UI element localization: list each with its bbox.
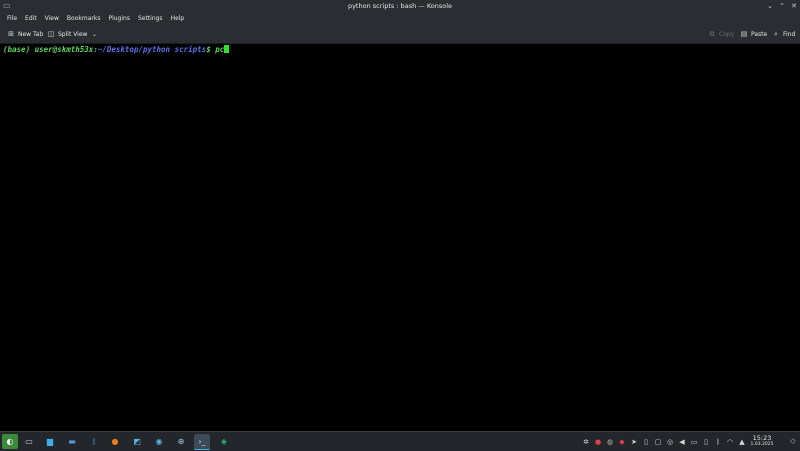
title-bar: ▭ python scripts : bash — Konsole ⌄ ⌃ ✕ xyxy=(0,0,800,12)
clock[interactable]: 15:23 1.03.2025 xyxy=(746,434,778,448)
record-icon[interactable]: ● xyxy=(594,437,602,447)
menu-bookmarks[interactable]: Bookmarks xyxy=(63,12,105,25)
obs-icon[interactable]: ◍ xyxy=(606,437,614,447)
app-launcher-icon[interactable]: ◐ xyxy=(2,434,18,449)
close-icon[interactable]: ✕ xyxy=(790,2,798,10)
conda-env: (base) xyxy=(3,45,31,54)
clock-date: 1.03.2025 xyxy=(750,442,774,447)
globe-app-icon[interactable]: ⊕ xyxy=(173,434,189,449)
network-app-icon[interactable]: ◉ xyxy=(151,434,167,449)
prompt-symbol: $ xyxy=(206,45,211,54)
dolphin-file-manager-icon[interactable]: ▆ xyxy=(42,434,58,449)
current-path: ~/Desktop/python scripts xyxy=(97,45,207,54)
menu-plugins[interactable]: Plugins xyxy=(104,12,134,25)
show-desktop-icon[interactable]: ◇ xyxy=(788,435,798,447)
clipboard-icon[interactable]: ▢ xyxy=(654,437,662,447)
paste-label: Paste xyxy=(751,30,768,38)
konsole-icon[interactable]: ›_ xyxy=(194,434,210,450)
split-view-label: Split View xyxy=(58,30,88,38)
paste-button[interactable]: ▤ Paste xyxy=(740,28,768,40)
expand-tray-icon[interactable]: ▲ xyxy=(738,437,746,447)
updates-icon[interactable]: ◎ xyxy=(666,437,674,447)
search-icon: ⌕ xyxy=(774,29,778,38)
paste-icon: ▤ xyxy=(740,30,748,38)
menu-file[interactable]: File xyxy=(3,12,21,25)
wifi-icon[interactable]: ◠ xyxy=(726,437,734,447)
telegram-icon[interactable]: ➤ xyxy=(630,437,638,447)
window-icon[interactable]: ▬ xyxy=(64,434,80,449)
menu-settings[interactable]: Settings xyxy=(134,12,167,25)
copy-icon: ⧉ xyxy=(709,29,715,38)
system-tray: ✲ ● ◍ ◆ ➤ ▯ ▢ ◎ ◀ ▭ ▯ ᛒ ◠ ▲ xyxy=(582,435,746,448)
pager-icon[interactable]: ▭ xyxy=(21,434,37,449)
taskbar: ◐ ▭ ▆ ▬ ᛒ ● ◩ ◉ ⊕ ›_ ◈ ✲ ● ◍ ◆ ➤ ▯ ▢ ◎ ◀… xyxy=(0,431,800,451)
maximize-icon[interactable]: ⌃ xyxy=(778,2,786,10)
copy-label: Copy xyxy=(719,30,735,38)
split-view-icon: ◫ xyxy=(47,30,55,38)
user-host: user@skmth53x xyxy=(34,45,94,54)
keyboard-icon[interactable]: ▯ xyxy=(642,437,650,447)
new-tab-label: New Tab xyxy=(18,30,44,38)
storage-icon[interactable]: ▯ xyxy=(702,437,710,447)
menu-view[interactable]: View xyxy=(41,12,63,25)
typed-command: pc xyxy=(215,45,225,54)
menu-help[interactable]: Help xyxy=(167,12,189,25)
terminal-view[interactable]: (base) user@skmth53x:~/Desktop/python sc… xyxy=(0,44,800,431)
prompt-line: (base) user@skmth53x:~/Desktop/python sc… xyxy=(3,45,230,54)
system-monitor-icon[interactable]: ◩ xyxy=(129,434,145,449)
find-button[interactable]: ⌕ Find xyxy=(772,28,795,40)
copy-button[interactable]: ⧉ Copy xyxy=(708,28,735,40)
pycharm-icon[interactable]: ◈ xyxy=(216,434,232,449)
bluetooth-icon[interactable]: ᛒ xyxy=(714,437,722,447)
menu-bar: File Edit View Bookmarks Plugins Setting… xyxy=(0,12,800,25)
new-tab-icon: ⊞ xyxy=(8,30,14,38)
menu-edit[interactable]: Edit xyxy=(21,12,41,25)
red-app-icon[interactable]: ◆ xyxy=(618,437,626,447)
chevron-down-icon: ⌄ xyxy=(91,30,97,38)
bug-icon[interactable]: ✲ xyxy=(582,437,590,447)
volume-icon[interactable]: ◀ xyxy=(678,437,686,447)
minimize-icon[interactable]: ⌄ xyxy=(766,2,774,10)
toolbar: ⊞ New Tab ◫ Split View ⌄ ⧉ Copy ▤ Paste … xyxy=(0,25,800,44)
battery-icon[interactable]: ▭ xyxy=(690,437,698,447)
new-tab-button[interactable]: ⊞ New Tab xyxy=(7,28,43,40)
clock-time: 15:23 xyxy=(752,434,772,442)
window-controls: ⌄ ⌃ ✕ xyxy=(766,0,798,12)
bluetooth-app-icon[interactable]: ᛒ xyxy=(86,434,102,449)
split-view-button[interactable]: ◫ Split View ⌄ xyxy=(47,28,98,40)
find-label: Find xyxy=(783,30,796,38)
text-cursor xyxy=(224,45,230,53)
window-title: python scripts : bash — Konsole xyxy=(347,2,453,10)
firefox-icon[interactable]: ● xyxy=(107,434,123,449)
